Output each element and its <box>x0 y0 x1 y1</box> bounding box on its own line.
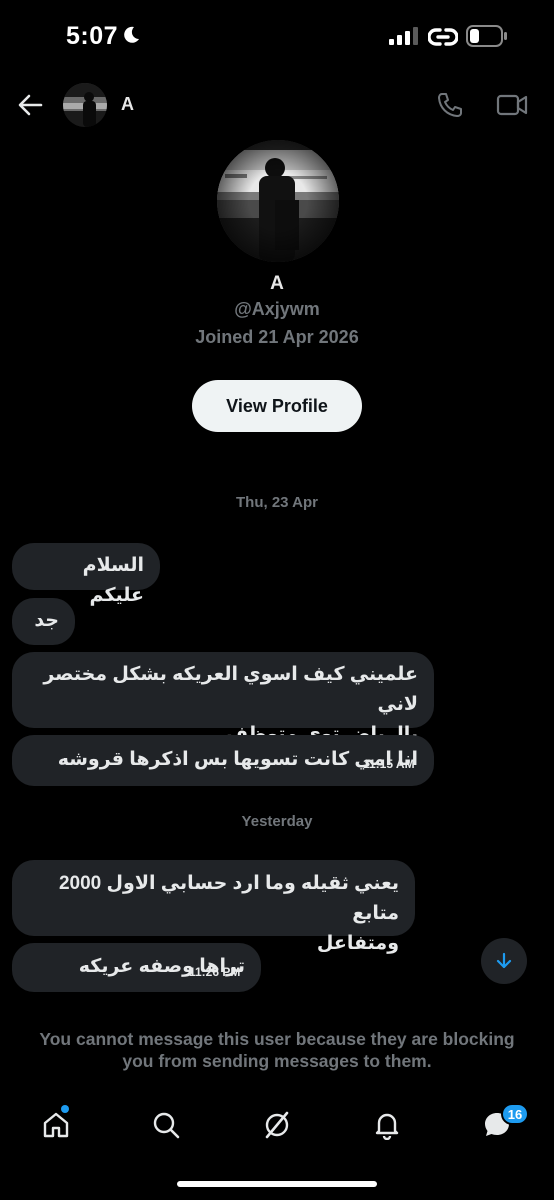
message-text: يعني ثقيله وما ارد حسابي الاول 2000 متاب… <box>58 873 399 924</box>
nav-notifications[interactable] <box>367 1105 407 1145</box>
back-arrow-icon[interactable] <box>16 90 46 120</box>
new-activity-dot <box>61 1105 69 1113</box>
battery-icon <box>466 25 508 52</box>
header-avatar[interactable] <box>63 83 107 127</box>
blocked-notice: You cannot message this user because the… <box>20 1028 534 1072</box>
search-icon <box>153 1112 180 1139</box>
bottom-navigation <box>0 1095 554 1155</box>
profile-name: A <box>270 273 284 294</box>
conversation-header: A <box>0 76 554 134</box>
profile-handle: @Axjywm <box>234 299 320 319</box>
message-bubble[interactable]: جد <box>12 598 75 645</box>
video-call-icon[interactable] <box>496 92 528 123</box>
nav-search[interactable] <box>146 1105 186 1145</box>
message-timestamp: 11:15 AM <box>363 757 415 771</box>
status-time: 5:07 <box>66 22 119 50</box>
message-bubble[interactable]: تراها وصفه عريكه 11:26 PM <box>12 943 261 992</box>
profile-avatar[interactable] <box>217 140 339 262</box>
profile-joined-date: Joined 21 Apr 2026 <box>195 327 359 347</box>
arrow-down-icon <box>496 952 512 969</box>
home-icon <box>43 1112 69 1138</box>
home-indicator <box>177 1181 377 1187</box>
message-text: علميني كيف اسوي العريكه بشكل مختصر لاني <box>43 664 418 715</box>
message-bubble[interactable]: انا امي كانت تسويها بس اذكرها قروشه 11:1… <box>12 735 434 786</box>
nav-grok[interactable] <box>257 1105 297 1145</box>
message-text: جد <box>34 610 59 631</box>
view-profile-button[interactable]: View Profile <box>192 380 362 432</box>
signal-icon <box>389 27 419 50</box>
header-name[interactable]: A <box>121 94 134 115</box>
date-separator: Thu, 23 Apr <box>236 494 318 511</box>
nav-home[interactable] <box>36 1105 76 1145</box>
dm-screen: 5:07 A A @Axjywm Joined 21 Apr 2026 View… <box>0 0 554 1200</box>
grok-icon <box>265 1111 289 1139</box>
blocked-notice-line: You cannot message this user because the… <box>39 1029 515 1049</box>
personal-hotspot-icon <box>427 26 459 53</box>
date-separator: Yesterday <box>241 813 313 830</box>
message-bubble[interactable]: علميني كيف اسوي العريكه بشكل مختصر لاني … <box>12 652 434 745</box>
message-timestamp: 11:26 PM <box>189 965 241 979</box>
message-bubble[interactable]: السلام عليكم <box>12 543 160 606</box>
moon-icon <box>121 25 141 50</box>
phone-icon[interactable] <box>436 91 464 124</box>
status-bar: 5:07 <box>0 0 554 76</box>
messages-badge: 16 <box>501 1103 529 1125</box>
notifications-icon <box>375 1113 399 1140</box>
message-text: السلام عليكم <box>82 555 144 606</box>
message-bubble[interactable]: يعني ثقيله وما ارد حسابي الاول 2000 متاب… <box>12 860 415 954</box>
scroll-to-bottom-button[interactable] <box>481 938 527 984</box>
blocked-notice-line: you from sending messages to them. <box>122 1051 432 1071</box>
